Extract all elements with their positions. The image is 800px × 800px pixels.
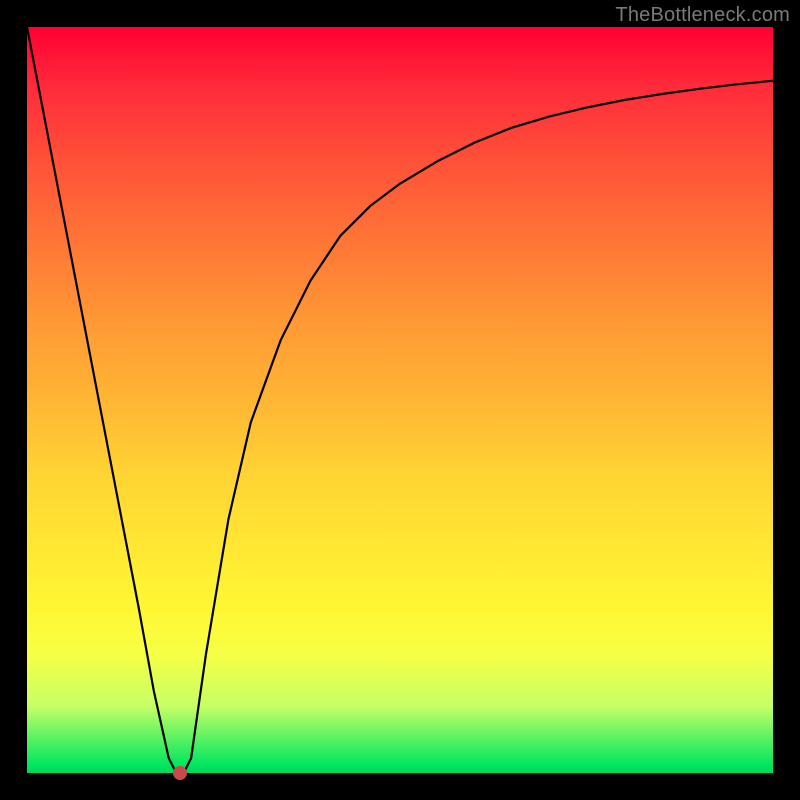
chart-frame: TheBottleneck.com	[0, 0, 800, 800]
plot-area	[27, 27, 773, 773]
bottleneck-curve	[27, 27, 773, 773]
watermark-text: TheBottleneck.com	[615, 4, 790, 27]
optimal-point-marker	[173, 766, 187, 780]
